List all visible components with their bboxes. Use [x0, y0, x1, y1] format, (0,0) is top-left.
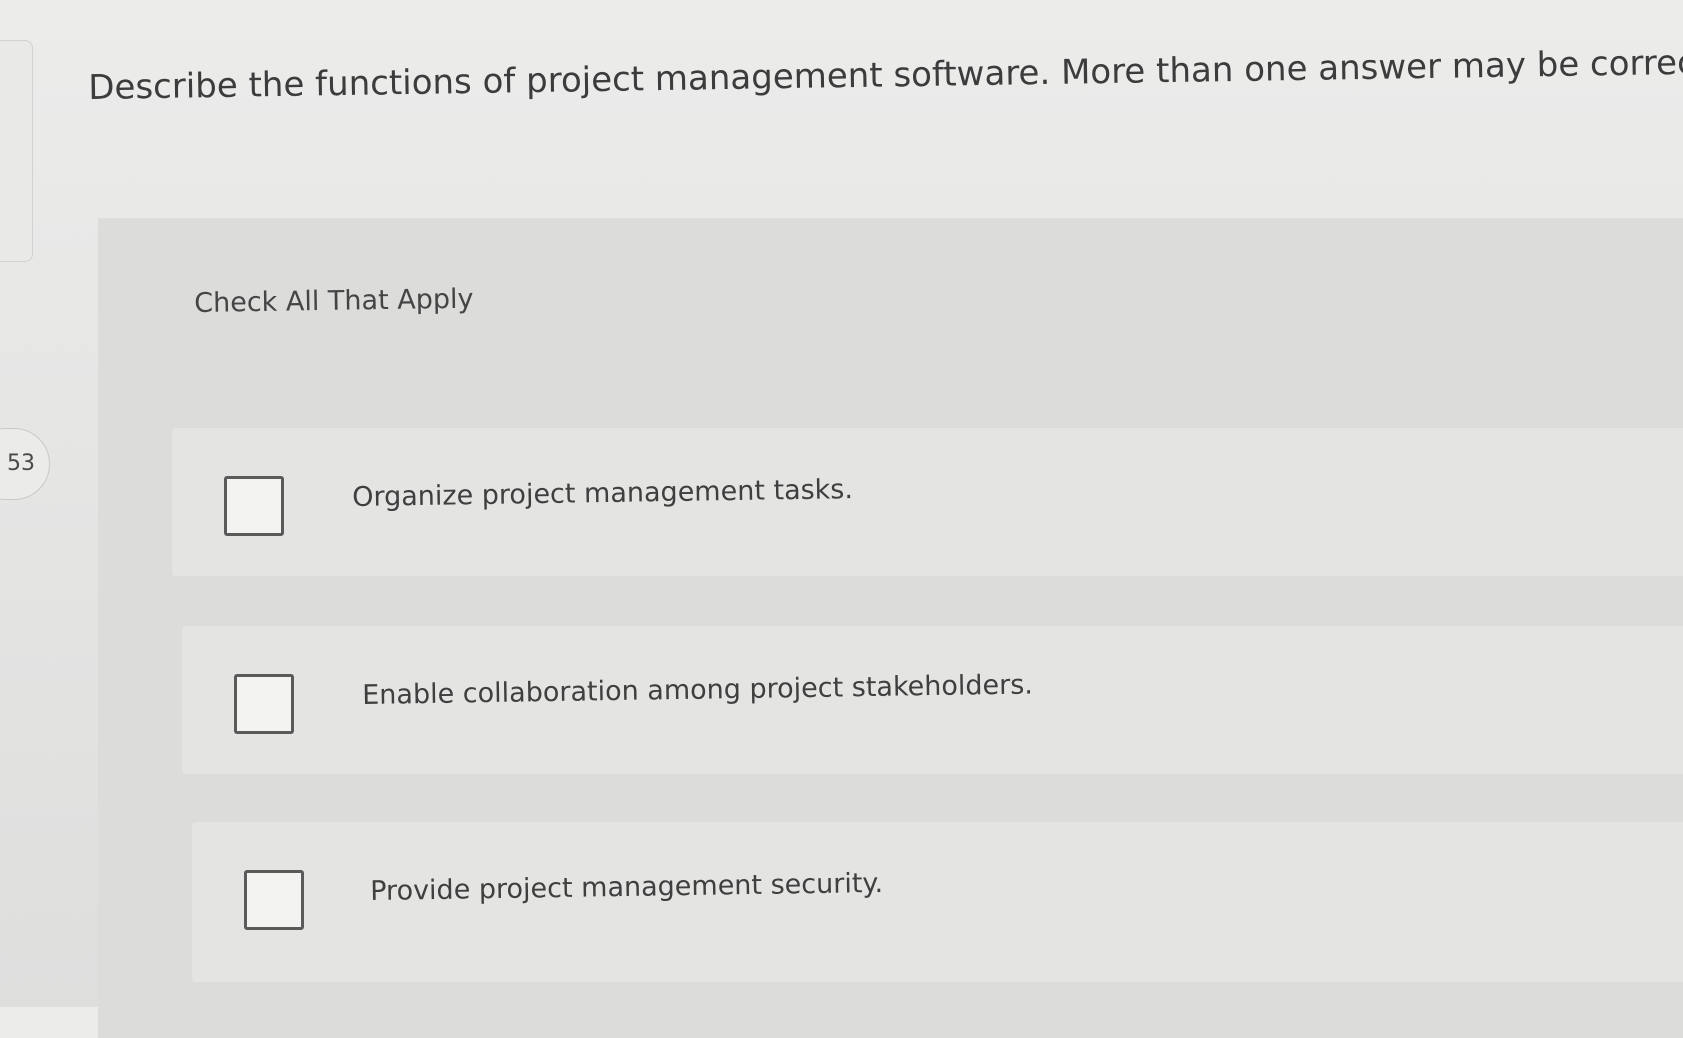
question-number: 53: [7, 451, 35, 476]
option-3-checkbox[interactable]: [244, 870, 304, 930]
check-all-instruction: Check All That Apply: [194, 283, 474, 319]
question-prompt: Describe the functions of project manage…: [88, 42, 1683, 108]
option-1-checkbox[interactable]: [224, 476, 284, 536]
option-2-label[interactable]: Enable collaboration among project stake…: [362, 669, 1033, 711]
left-panel-edge: [0, 40, 33, 262]
answer-option-2[interactable]: Enable collaboration among project stake…: [182, 626, 1683, 774]
option-2-checkbox[interactable]: [234, 674, 294, 734]
answer-option-1[interactable]: Organize project management tasks.: [172, 428, 1683, 576]
option-3-label[interactable]: Provide project management security.: [370, 868, 883, 907]
option-1-label[interactable]: Organize project management tasks.: [352, 474, 853, 513]
question-number-badge[interactable]: 53: [0, 428, 50, 500]
answer-option-3[interactable]: Provide project management security.: [192, 822, 1683, 982]
